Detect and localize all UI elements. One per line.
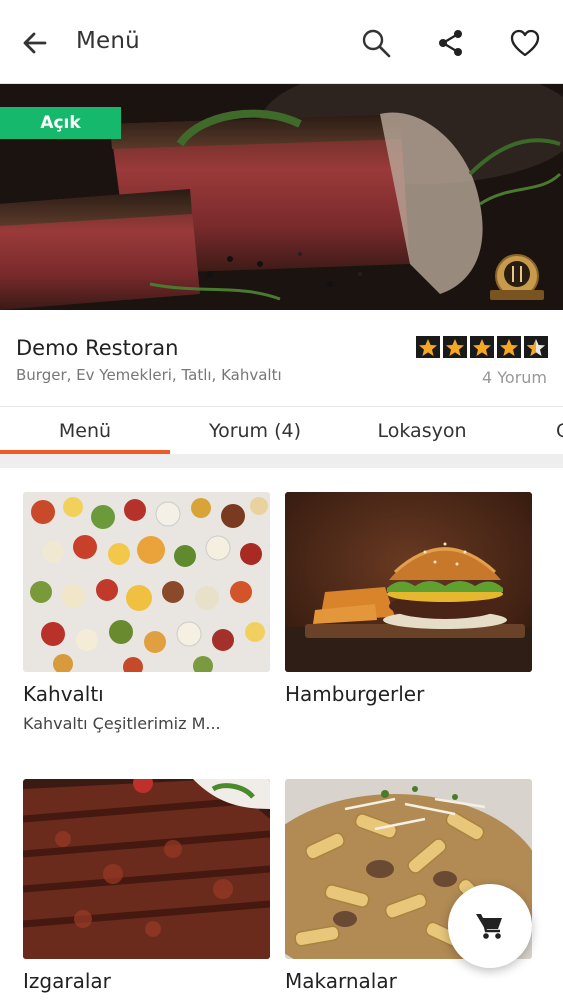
star-icon — [443, 336, 467, 358]
cart-button[interactable] — [448, 884, 532, 968]
restaurant-logo-seal — [488, 252, 546, 304]
search-button[interactable] — [357, 24, 395, 62]
category-name: Izgaralar — [23, 969, 111, 993]
tab-location[interactable]: Lokasyon — [340, 407, 504, 455]
tab-reviews[interactable]: Yorum (4) — [170, 407, 340, 455]
search-icon — [362, 29, 391, 58]
category-card-izgaralar[interactable]: Izgaralar — [23, 779, 270, 993]
share-icon — [439, 30, 462, 56]
open-status-badge: Açık — [0, 107, 121, 139]
restaurant-info: Demo Restoran Burger, Ev Yemekleri, Tatl… — [0, 310, 563, 406]
review-count[interactable]: 4 Yorum — [482, 368, 547, 387]
category-image — [23, 779, 270, 959]
restaurant-cuisines: Burger, Ev Yemekleri, Tatlı, Kahvaltı — [16, 366, 282, 384]
back-button[interactable] — [18, 26, 52, 60]
category-card-kahvalti[interactable]: Kahvaltı Kahvaltı Çeşitlerimiz M... — [23, 492, 270, 733]
back-arrow-icon — [23, 32, 47, 54]
category-card-hamburgerler[interactable]: Hamburgerler — [285, 492, 532, 706]
category-image — [23, 492, 270, 672]
tab-bar: Menü Yorum (4) Lokasyon G — [0, 406, 563, 454]
app-header: Menü — [0, 0, 563, 84]
section-divider — [0, 454, 563, 468]
share-button[interactable] — [432, 24, 470, 62]
half-star-icon — [524, 336, 548, 358]
category-name: Kahvaltı — [23, 682, 104, 706]
rating-stars — [416, 336, 548, 358]
page-title: Menü — [76, 28, 140, 54]
category-image — [285, 492, 532, 672]
star-icon — [497, 336, 521, 358]
favorite-button[interactable] — [506, 24, 544, 62]
category-name: Makarnalar — [285, 969, 397, 993]
cart-icon — [476, 914, 502, 939]
tab-menu[interactable]: Menü — [0, 407, 170, 455]
star-icon — [416, 336, 440, 358]
star-icon — [470, 336, 494, 358]
restaurant-name: Demo Restoran — [16, 336, 179, 360]
category-name: Hamburgerler — [285, 682, 425, 706]
category-description: Kahvaltı Çeşitlerimiz M... — [23, 714, 221, 733]
heart-icon — [510, 29, 540, 57]
tab-more[interactable]: G — [556, 407, 563, 455]
